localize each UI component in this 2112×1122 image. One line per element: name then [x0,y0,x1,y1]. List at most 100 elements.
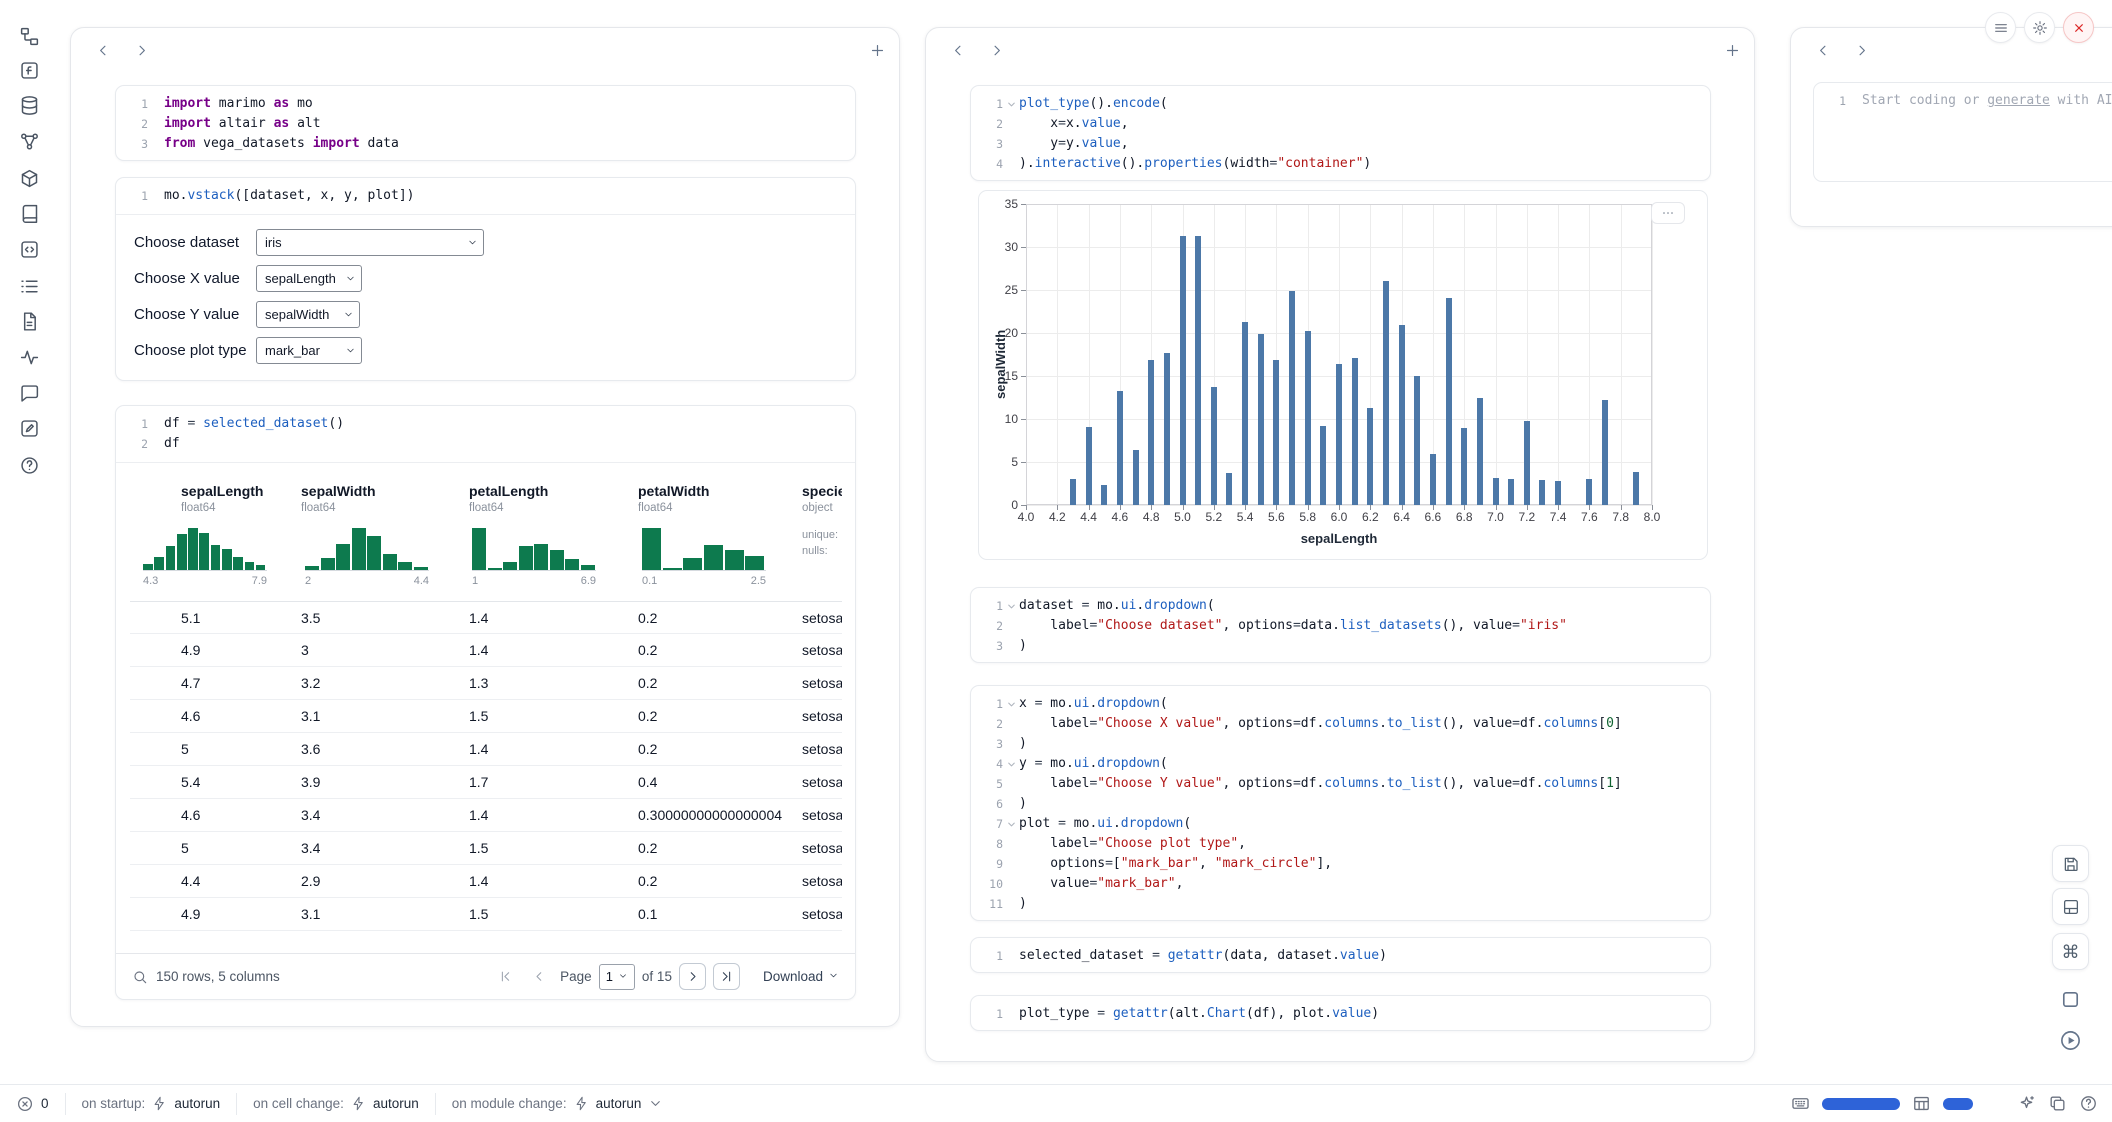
dropdown-select[interactable]: mark_bar [256,337,362,364]
column-scroll-left-button[interactable] [1809,36,1837,64]
sidebar-item-variables[interactable] [13,54,45,86]
terminal-panel-button[interactable] [2052,981,2089,1018]
dropdown-select[interactable]: sepalLength [256,265,362,292]
dropdown-select[interactable]: sepalWidth [256,301,360,328]
column-header[interactable]: petalWidth [638,483,709,499]
export-button[interactable] [2052,845,2089,882]
download-button[interactable]: Download [763,969,839,984]
sidebar-item-packages[interactable] [13,162,45,194]
column-scroll-right-button[interactable] [127,36,155,64]
column-header[interactable]: sepalLength [181,483,263,499]
code-editor[interactable]: 1plot_type().encode(2 x=x.value,3 y=y.va… [971,86,1710,181]
dataframe-table: sepalLengthfloat644.37.9sepalWidthfloat6… [130,471,842,953]
sidebar-item-outline[interactable] [13,270,45,302]
ai-sparkles-icon[interactable] [2017,1094,2036,1113]
table-row[interactable]: 4.93.11.50.1setosa [130,898,842,931]
table-row[interactable]: 4.931.40.2setosa [130,634,842,667]
column-scroll-left-button[interactable] [89,36,117,64]
sidebar-item-data-sources[interactable] [13,89,45,121]
table-row[interactable]: 4.63.11.50.2setosa [130,700,842,733]
column-histogram[interactable] [472,527,596,571]
scrollbar-thumb-large[interactable] [1822,1098,1900,1110]
table-row[interactable]: 5.43.91.70.4setosa [130,766,842,799]
copy-layers-icon[interactable] [2048,1094,2067,1113]
control-row: Choose datasetiris [134,229,837,256]
table-row[interactable]: 53.41.50.2setosa [130,832,842,865]
altair-chart[interactable]: 051015202530354.04.24.44.64.85.05.25.45.… [979,191,1707,559]
column-scroll-left-button[interactable] [944,36,972,64]
code-editor[interactable]: 1selected_dataset = getattr(data, datase… [971,938,1710,973]
column-scroll-right-button[interactable] [982,36,1010,64]
column-header[interactable]: species [802,483,842,499]
sidebar-item-documentation[interactable] [13,197,45,229]
chart-actions-button[interactable] [1651,202,1685,224]
prev-page-button[interactable] [526,963,553,990]
column-histogram[interactable] [642,527,766,571]
layout-toggle-button[interactable] [2052,888,2089,925]
code-cell-selected-dataset[interactable]: 1selected_dataset = getattr(data, datase… [970,937,1711,973]
table-row[interactable]: 4.63.41.40.30000000000000004setosa [130,799,842,832]
next-page-button[interactable] [679,963,706,990]
code-editor[interactable]: 1plot_type = getattr(alt.Chart(df), plot… [971,996,1710,1031]
run-all-button[interactable] [2052,1022,2089,1059]
code-cell-xy-plot-dropdowns[interactable]: 1x = mo.ui.dropdown(2 label="Choose X va… [970,685,1711,921]
code-cell-dataset-dropdown[interactable]: 1dataset = mo.ui.dropdown(2 label="Choos… [970,587,1711,663]
sidebar-item-scratchpad[interactable] [13,412,45,444]
sidebar-item-tracing[interactable] [13,341,45,373]
dropdown-select[interactable]: iris [256,229,484,256]
command-palette-button[interactable]: ⌘ [2052,933,2089,970]
code-editor[interactable]: 1df = selected_dataset()2df [116,406,855,462]
code-cell-plot[interactable]: 1plot_type().encode(2 x=x.value,3 y=y.va… [970,85,1711,181]
sidebar-item-chat[interactable] [13,377,45,409]
error-count[interactable]: 0 [0,1093,65,1115]
notebook-menu-button[interactable] [1985,12,2016,43]
line-number: 10 [977,874,1003,894]
code-editor[interactable]: 1x = mo.ui.dropdown(2 label="Choose X va… [971,686,1710,921]
code-editor[interactable]: 1import marimo as mo2import altair as al… [116,86,855,161]
first-page-button[interactable] [492,963,519,990]
column-histogram[interactable] [305,527,429,571]
column-header[interactable]: petalLength [469,483,548,499]
empty-code-cell[interactable]: 1 Start coding or generate with AI [1813,82,2112,182]
grid-view-icon[interactable] [1912,1094,1931,1113]
code-editor[interactable]: 1dataset = mo.ui.dropdown(2 label="Choos… [971,588,1710,663]
code-cell-vstack[interactable]: 1mo.vstack([dataset, x, y, plot]) Choose… [115,177,856,381]
keyboard-shortcuts-icon[interactable] [1791,1094,1810,1113]
last-page-button[interactable] [713,963,740,990]
chart-bar [1133,450,1139,505]
page-select[interactable]: 1 [599,964,635,990]
table-row[interactable]: 5.13.51.40.2setosa [130,601,842,634]
errors-icon [16,1095,34,1113]
runtime-on-cell-change[interactable]: on cell change: autorun [236,1093,435,1115]
add-cell-button[interactable] [863,36,891,64]
table-row[interactable]: 4.73.21.30.2setosa [130,667,842,700]
code-cell-plot-type[interactable]: 1plot_type = getattr(alt.Chart(df), plot… [970,995,1711,1031]
table-row[interactable]: 53.61.40.2setosa [130,733,842,766]
chart-output: 051015202530354.04.24.44.64.85.05.25.45.… [978,190,1708,560]
column-histogram[interactable] [143,527,267,571]
add-cell-button[interactable] [1718,36,1746,64]
line-number: 3 [122,134,148,154]
sidebar-item-help[interactable] [13,449,45,481]
scrollbar-thumb-small[interactable] [1943,1098,1973,1110]
runtime-on-startup[interactable]: on startup: autorun [65,1093,237,1115]
chart-bar [1352,358,1358,505]
code-cell-imports[interactable]: 1import marimo as mo2import altair as al… [115,85,856,161]
shutdown-button[interactable] [2063,12,2094,43]
code-cell-dataframe[interactable]: 1df = selected_dataset()2df sepalLengthf… [115,405,856,1000]
table-row[interactable]: 4.42.91.40.2setosa [130,865,842,898]
sidebar-item-dependency-graph[interactable] [13,125,45,157]
sidebar-item-logs[interactable] [13,305,45,337]
runtime-on-module-change[interactable]: on module change: autorun [435,1093,680,1115]
help-icon[interactable] [2079,1094,2098,1113]
sidebar-item-snippets[interactable] [13,233,45,265]
generate-with-ai-link[interactable]: generate [1987,93,2050,108]
sidebar-item-files[interactable] [13,20,45,52]
column-header[interactable]: sepalWidth [301,483,376,499]
line-number: 1 [977,694,1003,714]
settings-button[interactable] [2024,12,2055,43]
search-icon[interactable] [132,969,148,985]
column-scroll-right-button[interactable] [1847,36,1875,64]
line-number: 6 [977,794,1003,814]
code-editor[interactable]: 1mo.vstack([dataset, x, y, plot]) [116,178,855,214]
